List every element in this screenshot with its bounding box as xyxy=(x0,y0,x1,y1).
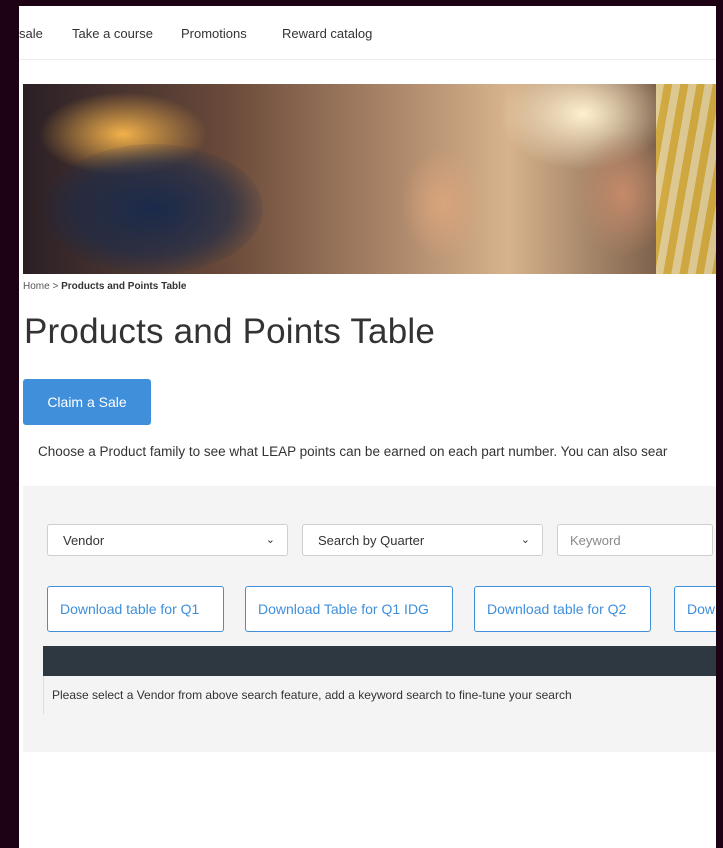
download-next-button[interactable]: Dow xyxy=(674,586,716,632)
claim-a-sale-button[interactable]: Claim a Sale xyxy=(23,379,151,425)
quarter-select-value: Search by Quarter xyxy=(318,533,425,548)
vendor-select[interactable]: Vendor ⌄ xyxy=(47,524,288,556)
nav-item-promotions[interactable]: Promotions xyxy=(181,26,247,41)
intro-text: Choose a Product family to see what LEAP… xyxy=(38,444,668,459)
breadcrumb-current: Products and Points Table xyxy=(61,281,187,292)
download-q1-idg-button[interactable]: Download Table for Q1 IDG xyxy=(245,586,453,632)
nav-item-sale[interactable]: sale xyxy=(19,26,43,41)
hero-banner-image xyxy=(23,84,716,274)
vendor-select-value: Vendor xyxy=(63,533,105,548)
points-table-message-row: Please select a Vendor from above search… xyxy=(43,676,716,714)
breadcrumb-separator: > xyxy=(49,281,62,292)
hero-stripe-shape xyxy=(656,84,716,274)
page-title: Products and Points Table xyxy=(24,312,436,351)
download-q2-button[interactable]: Download table for Q2 xyxy=(474,586,651,632)
page: sale Take a course Promotions Reward cat… xyxy=(19,6,716,848)
nav-item-take-a-course[interactable]: Take a course xyxy=(72,26,153,41)
top-navigation: sale Take a course Promotions Reward cat… xyxy=(19,6,716,60)
points-table-header xyxy=(43,646,716,676)
chevron-down-icon: ⌄ xyxy=(265,534,275,546)
quarter-select[interactable]: Search by Quarter ⌄ xyxy=(302,524,543,556)
points-table-message: Please select a Vendor from above search… xyxy=(52,688,572,702)
search-panel: Vendor ⌄ Search by Quarter ⌄ Download ta… xyxy=(23,486,716,752)
keyword-input[interactable] xyxy=(557,524,713,556)
hero-blur-shape xyxy=(43,144,263,274)
chevron-down-icon: ⌄ xyxy=(520,534,530,546)
nav-item-reward-catalog[interactable]: Reward catalog xyxy=(282,26,372,41)
breadcrumb: Home > Products and Points Table xyxy=(23,281,186,292)
download-q1-button[interactable]: Download table for Q1 xyxy=(47,586,224,632)
breadcrumb-home-link[interactable]: Home xyxy=(23,281,50,292)
